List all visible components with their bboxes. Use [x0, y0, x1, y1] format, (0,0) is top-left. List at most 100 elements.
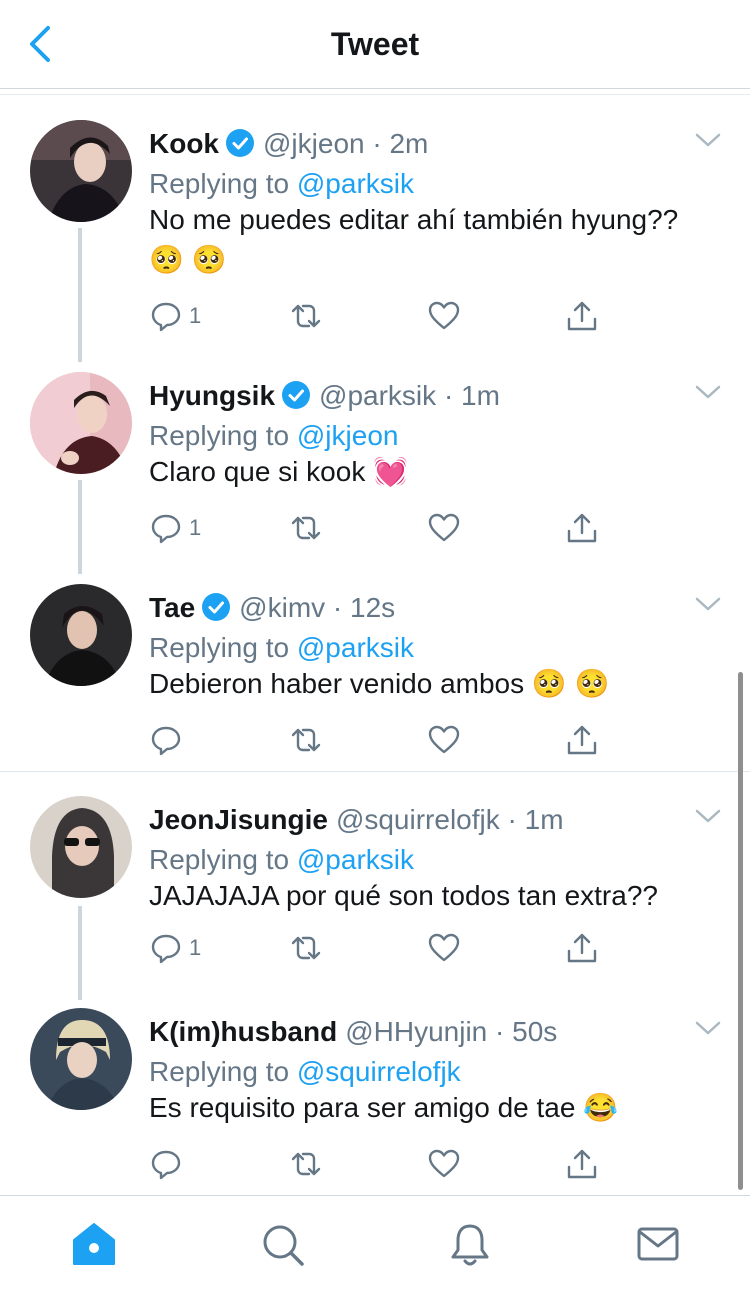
avatar[interactable]	[30, 584, 132, 686]
display-name[interactable]: Kook	[149, 128, 219, 159]
user-handle[interactable]: @parksik	[319, 380, 436, 411]
avatar[interactable]	[30, 120, 132, 222]
tweet-actions	[149, 1142, 609, 1186]
retweet-button[interactable]	[289, 1142, 323, 1186]
mention-link[interactable]: @squirrelofjk	[297, 1056, 461, 1087]
display-name[interactable]: Tae	[149, 592, 195, 623]
reply-button[interactable]: 1	[149, 294, 201, 338]
display-name[interactable]: Hyungsik	[149, 380, 275, 411]
tweet-text: Es requisito para ser amigo de tae 😂	[149, 1092, 619, 1123]
replying-to: Replying to @parksik	[149, 628, 414, 668]
mention-link[interactable]: @parksik	[297, 168, 414, 199]
share-button[interactable]	[565, 506, 599, 550]
replying-to: Replying to @parksik	[149, 164, 414, 204]
reply-count: 1	[189, 303, 202, 328]
verified-badge-icon	[226, 129, 254, 157]
retweet-icon	[291, 304, 321, 328]
user-handle[interactable]: @jkjeon	[263, 128, 365, 159]
retweet-button[interactable]	[289, 506, 323, 550]
tweet-actions: 1	[149, 294, 609, 338]
timestamp[interactable]: 12s	[350, 592, 395, 623]
retweet-button[interactable]	[289, 926, 323, 970]
tweet-header: JeonJisungie @squirrelofjk · 1m	[149, 798, 564, 842]
share-button[interactable]	[565, 926, 599, 970]
replying-label: Replying to	[149, 168, 290, 199]
tweet-actions	[149, 718, 609, 762]
user-handle[interactable]: @kimv	[239, 592, 325, 623]
user-handle[interactable]: @HHyunjin	[345, 1016, 487, 1047]
retweet-icon	[291, 1152, 321, 1176]
timestamp[interactable]: 1m	[525, 804, 564, 835]
like-button[interactable]	[427, 1142, 461, 1186]
retweet-icon	[291, 516, 321, 540]
reply-icon	[151, 1150, 181, 1180]
share-button[interactable]	[565, 718, 599, 762]
avatar[interactable]	[30, 1008, 132, 1110]
mail-icon[interactable]	[634, 1220, 682, 1268]
reply-button[interactable]	[149, 1142, 189, 1186]
tweet-item[interactable]: Tae @kimv · 12s Replying to @parksik Debi…	[0, 574, 750, 770]
chevron-down-icon[interactable]	[694, 806, 722, 826]
heart-icon	[428, 933, 460, 962]
reply-icon	[151, 514, 181, 544]
tweet-header: Tae @kimv · 12s	[149, 586, 395, 630]
tweet-text: Claro que si kook 💓	[149, 456, 408, 487]
chevron-down-icon[interactable]	[694, 382, 722, 402]
separator-dot: ·	[372, 128, 382, 159]
heart-icon	[428, 1149, 460, 1178]
reply-count: 1	[189, 515, 202, 540]
reply-count: 1	[189, 935, 202, 960]
share-icon	[567, 301, 597, 331]
mention-link[interactable]: @parksik	[297, 632, 414, 663]
retweet-button[interactable]	[289, 294, 323, 338]
chevron-down-icon[interactable]	[694, 1018, 722, 1038]
avatar[interactable]	[30, 372, 132, 474]
display-name[interactable]: K(im)husband	[149, 1016, 337, 1047]
avatar[interactable]	[30, 796, 132, 898]
bottom-tab-bar	[0, 1195, 750, 1295]
timestamp[interactable]: 50s	[512, 1016, 557, 1047]
tweet-text: Debieron haber venido ambos 🥺 🥺	[149, 668, 610, 699]
share-button[interactable]	[565, 294, 599, 338]
replying-label: Replying to	[149, 632, 290, 663]
reply-button[interactable]: 1	[149, 506, 201, 550]
like-button[interactable]	[427, 926, 461, 970]
tweet-item[interactable]: Hyungsik @parksik · 1m Replying to @jkjeo…	[0, 362, 750, 566]
heart-icon	[428, 513, 460, 542]
user-handle[interactable]: @squirrelofjk	[336, 804, 500, 835]
timestamp[interactable]: 1m	[461, 380, 500, 411]
timestamp[interactable]: 2m	[389, 128, 428, 159]
separator-dot: ·	[332, 592, 343, 623]
like-button[interactable]	[427, 718, 461, 762]
tweet-item[interactable]: Kook @jkjeon · 2m Replying to @parksik No…	[0, 110, 750, 354]
tweet-item[interactable]: JeonJisungie @squirrelofjk · 1m Replying …	[0, 786, 750, 986]
like-button[interactable]	[427, 294, 461, 338]
bell-icon[interactable]	[446, 1220, 494, 1268]
display-name[interactable]: JeonJisungie	[149, 804, 328, 835]
reply-icon	[151, 726, 181, 756]
share-button[interactable]	[565, 1142, 599, 1186]
replying-to: Replying to @squirrelofjk	[149, 1052, 461, 1092]
reply-button[interactable]: 1	[149, 926, 201, 970]
mention-link[interactable]: @jkjeon	[297, 420, 399, 451]
chevron-down-icon[interactable]	[694, 594, 722, 614]
reply-button[interactable]	[149, 718, 189, 762]
replying-label: Replying to	[149, 844, 290, 875]
tweet-actions: 1	[149, 506, 609, 550]
tweet-header: Hyungsik @parksik · 1m	[149, 374, 500, 418]
reply-icon	[151, 934, 181, 964]
retweet-button[interactable]	[289, 718, 323, 762]
home-icon[interactable]	[70, 1220, 118, 1268]
top-navigation-bar: Tweet	[0, 0, 750, 89]
tweet-header: Kook @jkjeon · 2m	[149, 122, 428, 166]
scrollbar[interactable]	[738, 672, 743, 1190]
replying-to: Replying to @jkjeon	[149, 416, 398, 456]
share-icon	[567, 933, 597, 963]
like-button[interactable]	[427, 506, 461, 550]
tweet-item[interactable]: K(im)husband @HHyunjin · 50s Replying to …	[0, 998, 750, 1194]
retweet-icon	[291, 936, 321, 960]
mention-link[interactable]: @parksik	[297, 844, 414, 875]
search-icon[interactable]	[258, 1220, 306, 1268]
chevron-down-icon[interactable]	[694, 130, 722, 150]
verified-badge-icon	[202, 593, 231, 621]
